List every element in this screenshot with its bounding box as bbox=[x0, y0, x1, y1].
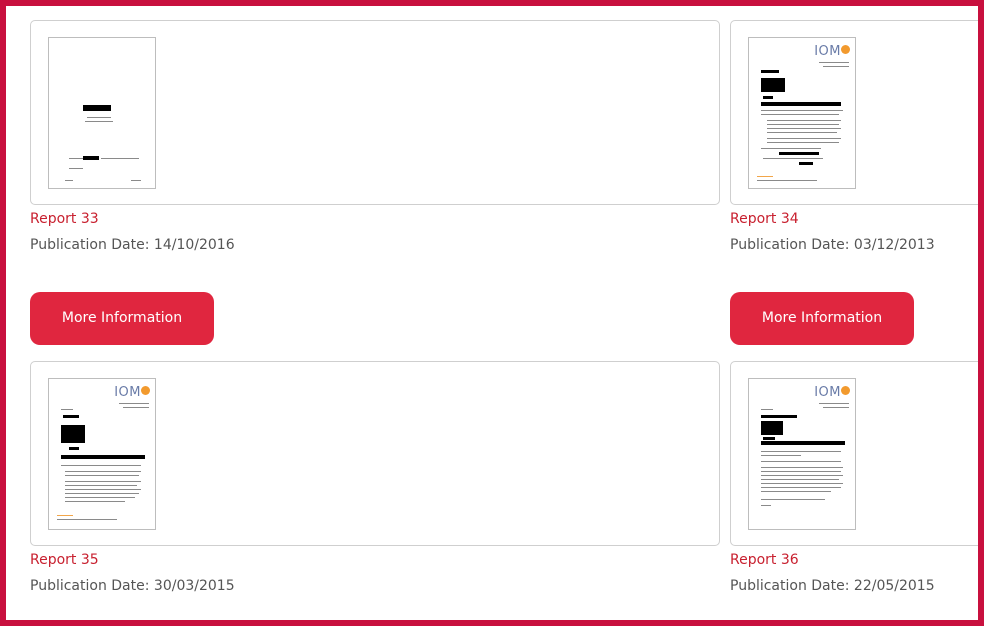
report-thumbnail[interactable]: IOM bbox=[748, 37, 856, 189]
report-link-34[interactable]: Report 34 bbox=[730, 211, 799, 227]
publication-date-35: Publication Date: 30/03/2015 bbox=[30, 578, 235, 594]
report-link-35[interactable]: Report 35 bbox=[30, 552, 99, 568]
more-information-button-34[interactable]: More Information bbox=[730, 292, 914, 345]
report-card-36: IOM bbox=[730, 361, 978, 546]
iom-logo: IOM bbox=[814, 385, 841, 400]
report-thumbnail[interactable] bbox=[48, 37, 156, 189]
report-card-35: IOM bbox=[30, 361, 720, 546]
report-thumbnail[interactable]: IOM bbox=[48, 378, 156, 530]
report-link-33[interactable]: Report 33 bbox=[30, 211, 99, 227]
more-information-button-33[interactable]: More Information bbox=[30, 292, 214, 345]
iom-logo: IOM bbox=[814, 44, 841, 59]
publication-date-36: Publication Date: 22/05/2015 bbox=[730, 578, 935, 594]
report-listing-frame: Report 33 Publication Date: 14/10/2016 M… bbox=[0, 0, 984, 626]
iom-logo: IOM bbox=[114, 385, 141, 400]
publication-date-33: Publication Date: 14/10/2016 bbox=[30, 237, 235, 253]
report-thumbnail[interactable]: IOM bbox=[748, 378, 856, 530]
logo-dot bbox=[841, 45, 850, 54]
logo-dot bbox=[141, 386, 150, 395]
report-link-36[interactable]: Report 36 bbox=[730, 552, 799, 568]
publication-date-34: Publication Date: 03/12/2013 bbox=[730, 237, 935, 253]
report-card-34: IOM bbox=[730, 20, 978, 205]
report-card-33 bbox=[30, 20, 720, 205]
logo-dot bbox=[841, 386, 850, 395]
